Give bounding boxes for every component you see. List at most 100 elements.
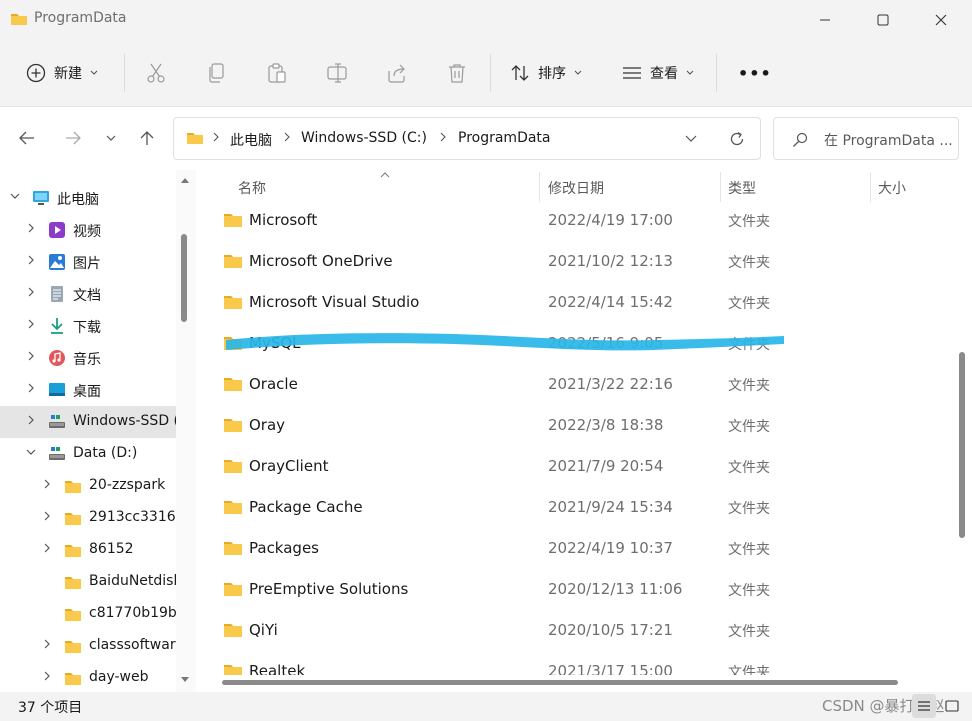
chevron-right-icon[interactable] — [42, 639, 52, 649]
chevron-right-icon[interactable] — [26, 319, 36, 329]
folder-icon — [65, 545, 81, 557]
column-header-type[interactable]: 类型 — [728, 178, 756, 198]
file-row[interactable]: Package Cache 2021/9/24 15:34 文件夹 — [216, 487, 956, 528]
file-row[interactable]: Microsoft OneDrive 2021/10/2 12:13 文件夹 — [216, 241, 956, 282]
recent-locations-button[interactable] — [96, 121, 126, 155]
sidebar-item[interactable]: 文档 — [0, 278, 176, 310]
navigation-scrollbar[interactable] — [176, 170, 196, 692]
scroll-up-arrow-icon[interactable] — [180, 176, 190, 184]
horizontal-scroll-thumb[interactable] — [222, 680, 898, 685]
breadcrumb-this-pc[interactable]: 此电脑 — [230, 130, 272, 150]
close-button[interactable] — [912, 0, 970, 40]
chevron-right-icon[interactable] — [26, 287, 36, 297]
forward-button[interactable] — [58, 121, 88, 155]
sort-button[interactable]: 排序 — [510, 56, 582, 90]
refresh-icon — [730, 131, 744, 146]
minimize-button[interactable] — [796, 0, 854, 40]
sidebar-item-label: 20-zzspark — [89, 477, 166, 493]
sidebar-item-label: 视频 — [73, 224, 101, 240]
folder-icon — [65, 577, 81, 589]
details-view-button[interactable] — [912, 694, 936, 718]
file-row[interactable]: Microsoft Visual Studio 2022/4/14 15:42 文件… — [216, 282, 956, 323]
sidebar-item[interactable]: classsoftware — [0, 630, 176, 662]
up-button[interactable] — [132, 121, 162, 155]
new-button[interactable]: 新建 — [26, 56, 98, 90]
file-list-scroll-thumb[interactable] — [959, 352, 965, 538]
sidebar-item[interactable]: day-web — [0, 662, 176, 692]
file-row[interactable]: MySQL 2022/5/16 9:05 文件夹 — [216, 323, 956, 364]
sidebar-item[interactable]: 音乐 — [0, 342, 176, 374]
sidebar-item[interactable]: 此电脑 — [0, 182, 176, 214]
column-divider[interactable] — [870, 172, 871, 202]
sidebar-item[interactable]: Windows-SSD (C:) — [0, 406, 176, 438]
cut-button[interactable] — [146, 56, 166, 90]
window-title: ProgramData — [34, 10, 127, 26]
file-row[interactable]: PreEmptive Solutions 2020/12/13 11:06 文件夹 — [216, 569, 956, 610]
paste-button[interactable] — [266, 56, 288, 90]
column-header-size[interactable]: 大小 — [878, 178, 906, 198]
navigation-scroll-thumb[interactable] — [181, 234, 187, 322]
delete-button[interactable] — [446, 56, 468, 90]
sidebar-item[interactable]: 下载 — [0, 310, 176, 342]
sidebar-item[interactable]: Data (D:) — [0, 438, 176, 470]
file-name: MySQL — [249, 334, 301, 352]
chevron-down-icon[interactable] — [10, 191, 20, 201]
arrow-right-icon — [66, 131, 81, 145]
share-button[interactable] — [386, 56, 408, 90]
address-bar[interactable]: 此电脑 Windows-SSD (C:) ProgramData — [173, 117, 761, 160]
copy-button[interactable] — [206, 56, 226, 90]
file-list-scrollbar[interactable] — [952, 170, 972, 692]
sidebar-item[interactable]: 桌面 — [0, 374, 176, 406]
address-dropdown-button[interactable] — [676, 126, 706, 152]
file-row[interactable]: QiYi 2020/10/5 17:21 文件夹 — [216, 610, 956, 651]
chevron-down-icon[interactable] — [26, 447, 36, 457]
file-name: OrayClient — [249, 457, 329, 475]
sidebar-item[interactable]: BaiduNetdiskDownload — [0, 566, 176, 598]
sidebar-item[interactable]: 视频 — [0, 214, 176, 246]
breadcrumb-drive-c[interactable]: Windows-SSD (C:) — [301, 130, 427, 146]
column-divider[interactable] — [720, 172, 721, 202]
maximize-button[interactable] — [854, 0, 912, 40]
chevron-right-icon[interactable] — [42, 543, 52, 553]
back-button[interactable] — [12, 121, 42, 155]
plus-circle-icon — [26, 63, 46, 83]
sidebar-item[interactable]: 20-zzspark — [0, 470, 176, 502]
breadcrumb-programdata[interactable]: ProgramData — [458, 130, 551, 146]
file-name: Microsoft — [249, 211, 318, 229]
file-row[interactable]: OrayClient 2021/7/9 20:54 文件夹 — [216, 446, 956, 487]
desktop-icon — [49, 383, 65, 396]
file-row[interactable]: Packages 2022/4/19 10:37 文件夹 — [216, 528, 956, 569]
rename-button[interactable] — [326, 56, 348, 90]
sidebar-item[interactable]: c81770b19ba — [0, 598, 176, 630]
file-type: 文件夹 — [728, 542, 770, 558]
sidebar-item[interactable]: 图片 — [0, 246, 176, 278]
file-date: 2021/9/24 15:34 — [548, 498, 673, 516]
chevron-right-icon[interactable] — [26, 255, 36, 265]
scroll-down-arrow-icon[interactable] — [180, 676, 190, 684]
chevron-right-icon[interactable] — [26, 351, 36, 361]
file-row[interactable]: Oracle 2021/3/22 22:16 文件夹 — [216, 364, 956, 405]
share-icon — [388, 64, 405, 83]
more-button[interactable]: ••• — [738, 56, 772, 90]
toolbar-divider — [124, 54, 125, 92]
refresh-button[interactable] — [722, 126, 752, 152]
chevron-right-icon[interactable] — [26, 415, 36, 425]
file-type: 文件夹 — [728, 583, 770, 599]
column-header-name[interactable]: 名称 — [238, 178, 266, 198]
chevron-right-icon[interactable] — [26, 383, 36, 393]
search-input[interactable]: 在 ProgramData ... — [773, 117, 959, 160]
chevron-right-icon[interactable] — [42, 671, 52, 681]
column-divider[interactable] — [539, 172, 540, 202]
chevron-right-icon[interactable] — [26, 223, 36, 233]
chevron-right-icon[interactable] — [42, 511, 52, 521]
sidebar-item[interactable]: 86152 — [0, 534, 176, 566]
chevron-right-icon[interactable] — [42, 479, 52, 489]
view-button[interactable]: 查看 — [622, 56, 694, 90]
file-row[interactable]: Oray 2022/3/8 18:38 文件夹 — [216, 405, 956, 446]
column-header-date[interactable]: 修改日期 — [548, 178, 604, 198]
file-date: 2021/3/22 22:16 — [548, 375, 673, 393]
tiles-view-button[interactable] — [940, 694, 964, 718]
sidebar-item[interactable]: 2913cc3316d — [0, 502, 176, 534]
file-row[interactable]: Microsoft 2022/4/19 17:00 文件夹 — [216, 200, 956, 241]
horizontal-scrollbar[interactable] — [200, 675, 952, 689]
